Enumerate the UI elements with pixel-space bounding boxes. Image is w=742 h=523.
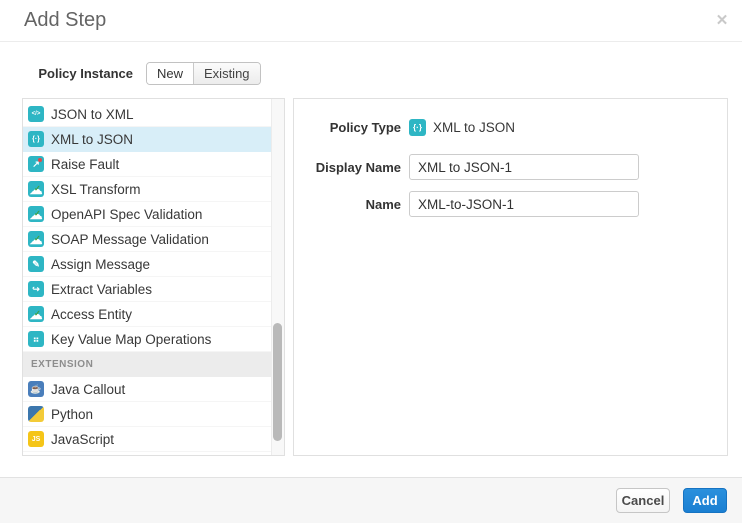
python-icon: [28, 406, 44, 422]
list-item-label: Java Callout: [51, 382, 125, 397]
name-label: Name: [294, 197, 401, 212]
list-item-label: Extract Variables: [51, 282, 152, 297]
list-item-label: JavaScript: [51, 432, 114, 447]
name-input[interactable]: [409, 191, 639, 217]
name-row: Name: [294, 191, 639, 217]
list-item-key-value-map-operations[interactable]: Key Value Map Operations: [23, 327, 284, 352]
cloud-check-icon: [28, 231, 44, 247]
policy-instance-toggle: New Existing: [146, 62, 261, 85]
javascript-icon: [28, 431, 44, 447]
list-item-xsl-transform[interactable]: XSL Transform: [23, 177, 284, 202]
display-name-input[interactable]: [409, 154, 639, 180]
java-icon: [28, 381, 44, 397]
policy-form-panel: Policy Type XML to JSON Display Name Nam…: [293, 98, 728, 456]
list-item-soap-message-validation[interactable]: SOAP Message Validation: [23, 227, 284, 252]
list-item-label: Key Value Map Operations: [51, 332, 211, 347]
list-item-label: OpenAPI Spec Validation: [51, 207, 202, 222]
cloud-check-icon: [28, 206, 44, 222]
list-item-javascript[interactable]: JavaScript: [23, 427, 284, 452]
policy-list: JSON to XML XML to JSON Raise Fault XSL …: [22, 98, 285, 456]
list-item-assign-message[interactable]: Assign Message: [23, 252, 284, 277]
policy-type-label: Policy Type: [294, 120, 401, 135]
list-item-label: Python: [51, 407, 93, 422]
cancel-button[interactable]: Cancel: [616, 488, 670, 513]
list-item-label: XML to JSON: [51, 132, 133, 147]
list-scrollbar-track[interactable]: [271, 99, 284, 455]
list-item-label: Raise Fault: [51, 157, 119, 172]
json-to-xml-icon: [28, 106, 44, 122]
extract-variables-icon: [28, 281, 44, 297]
list-item-raise-fault[interactable]: Raise Fault: [23, 152, 284, 177]
close-icon[interactable]: ✕: [710, 8, 734, 32]
list-item-java-callout[interactable]: Java Callout: [23, 377, 284, 402]
list-item-json-to-xml[interactable]: JSON to XML: [23, 102, 284, 127]
list-item-label: XSL Transform: [51, 182, 141, 197]
display-name-row: Display Name: [294, 154, 639, 180]
list-item-label: JSON to XML: [51, 107, 134, 122]
list-item-xml-to-json[interactable]: XML to JSON: [23, 127, 284, 152]
list-item-label: Assign Message: [51, 257, 150, 272]
policy-type-value: XML to JSON: [409, 119, 515, 136]
list-item-extract-variables[interactable]: Extract Variables: [23, 277, 284, 302]
list-scrollbar-thumb[interactable]: [273, 323, 282, 441]
toggle-existing-button[interactable]: Existing: [193, 63, 260, 84]
list-item-openapi-spec-validation[interactable]: OpenAPI Spec Validation: [23, 202, 284, 227]
policy-type-text: XML to JSON: [433, 120, 515, 135]
extension-section-header: EXTENSION: [23, 352, 284, 377]
list-item-access-entity[interactable]: Access Entity: [23, 302, 284, 327]
key-value-map-icon: [28, 331, 44, 347]
display-name-label: Display Name: [294, 160, 401, 175]
list-item-label: SOAP Message Validation: [51, 232, 209, 247]
cloud-check-icon: [28, 181, 44, 197]
add-button[interactable]: Add: [683, 488, 727, 513]
list-item-python[interactable]: Python: [23, 402, 284, 427]
cloud-check-icon: [28, 306, 44, 322]
toggle-new-button[interactable]: New: [147, 63, 193, 84]
dialog-title: Add Step: [24, 9, 106, 32]
policy-instance-label: Policy Instance: [0, 66, 133, 81]
xml-to-json-icon: [409, 119, 426, 136]
list-item-label: Access Entity: [51, 307, 132, 322]
policy-type-row: Policy Type XML to JSON: [294, 114, 515, 140]
raise-fault-icon: [28, 156, 44, 172]
xml-to-json-icon: [28, 131, 44, 147]
header-divider: [0, 41, 742, 42]
dialog-footer: Cancel Add: [0, 477, 742, 523]
assign-message-icon: [28, 256, 44, 272]
